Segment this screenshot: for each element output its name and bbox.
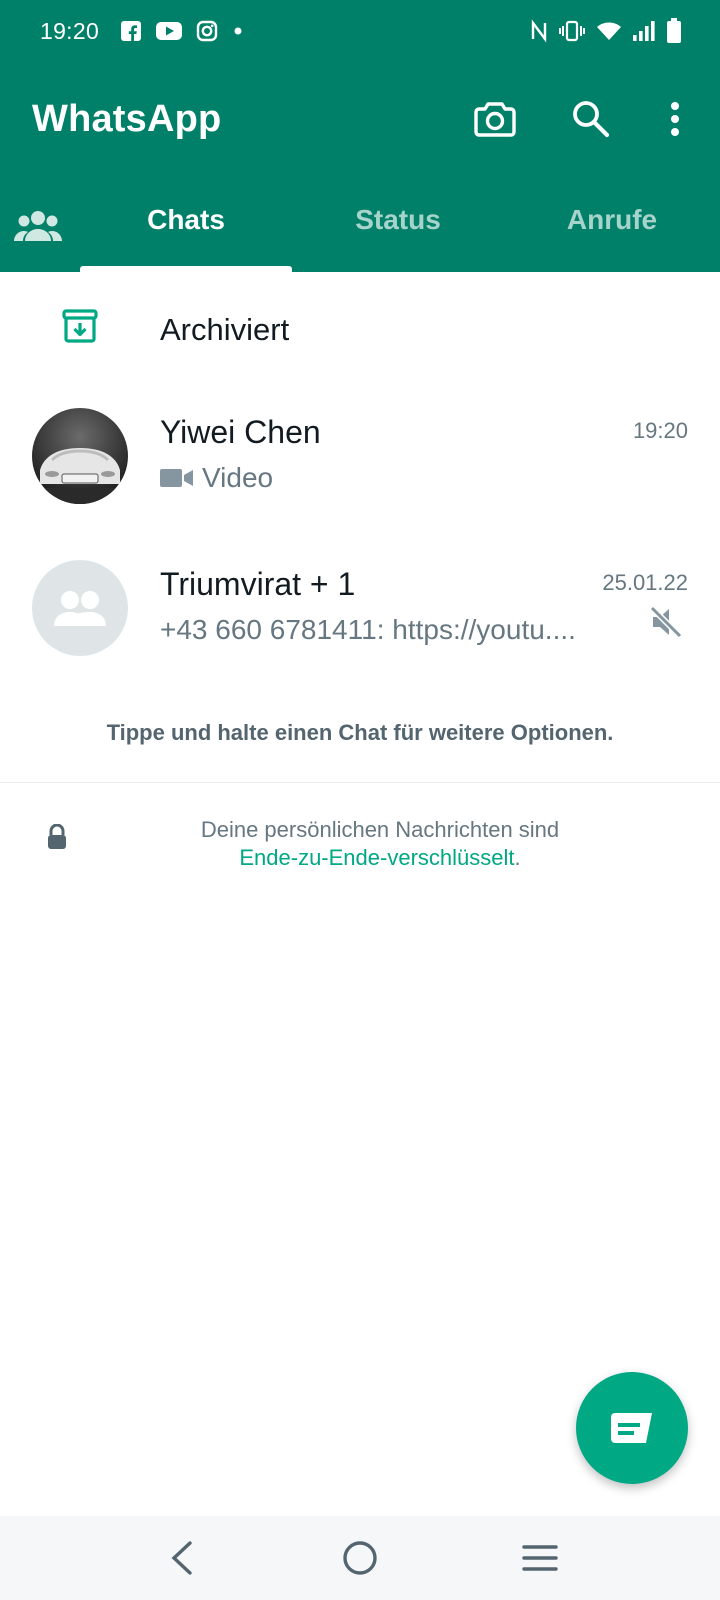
- camera-button[interactable]: [468, 92, 522, 146]
- chat-list-item[interactable]: Triumvirat + 1 25.01.22 +43 660 6781411:…: [0, 546, 720, 686]
- search-button[interactable]: [564, 92, 618, 146]
- encryption-suffix: .: [514, 845, 521, 870]
- chat-name: Triumvirat + 1: [160, 566, 356, 602]
- community-icon: [14, 211, 62, 241]
- encryption-link[interactable]: Ende-zu-Ende-verschlüsselt: [239, 845, 514, 870]
- back-icon: [171, 1541, 192, 1575]
- muted-icon: [649, 605, 683, 639]
- group-placeholder-icon: [54, 591, 106, 626]
- chat-preview-text: +43 660 6781411: https://youtu....: [160, 614, 576, 645]
- battery-icon: [666, 18, 682, 44]
- tab-chats[interactable]: Chats: [80, 204, 292, 236]
- status-time: 19:20: [40, 18, 100, 44]
- archived-label: Archiviert: [160, 312, 290, 347]
- tab-status[interactable]: Status: [292, 204, 504, 236]
- notification-icons: [120, 20, 244, 42]
- chat-time: 25.01.22: [602, 570, 688, 595]
- system-nav-bar: [0, 1516, 720, 1600]
- chat-options-hint: Tippe und halte einen Chat für weitere O…: [106, 720, 614, 745]
- chat-preview: +43 660 6781411: https://youtu....: [160, 614, 576, 646]
- home-button[interactable]: [335, 1536, 385, 1580]
- tab-community[interactable]: [12, 206, 64, 246]
- divider: [0, 782, 720, 783]
- tab-bar: Chats Status Anrufe: [0, 186, 720, 272]
- new-chat-icon: [611, 1413, 652, 1443]
- group-avatar[interactable]: [32, 560, 128, 656]
- status-bar: 19:20: [0, 0, 720, 64]
- active-tab-indicator: [80, 266, 292, 272]
- more-vert-icon: [671, 102, 679, 136]
- more-options-button[interactable]: [648, 92, 702, 146]
- encryption-text: Deine persönlichen Nachrichten sind Ende…: [120, 816, 640, 872]
- tab-calls[interactable]: Anrufe: [506, 204, 718, 236]
- app-title: WhatsApp: [32, 98, 222, 140]
- recents-button[interactable]: [515, 1536, 565, 1580]
- chat-time: 19:20: [632, 418, 688, 443]
- new-chat-button[interactable]: [576, 1372, 688, 1484]
- wifi-icon: [596, 20, 622, 42]
- chat-preview: Video: [160, 462, 273, 494]
- vibrate-icon: [558, 19, 586, 43]
- dot-icon: [232, 25, 244, 37]
- nfc-icon: [530, 19, 548, 43]
- lock-icon: [48, 824, 66, 849]
- archive-icon: [62, 309, 98, 343]
- video-icon: [160, 469, 193, 487]
- recents-icon: [522, 1545, 558, 1571]
- chat-preview-text: Video: [202, 462, 274, 493]
- avatar[interactable]: [32, 408, 128, 504]
- camera-icon: [474, 102, 516, 137]
- app-bar: 19:20 WhatsApp Chats Status Anrufe: [0, 0, 720, 272]
- facebook-icon: [120, 20, 142, 42]
- archived-row[interactable]: Archiviert: [0, 288, 720, 378]
- instagram-icon: [196, 20, 218, 42]
- search-icon: [573, 101, 610, 138]
- encryption-line: Deine persönlichen Nachrichten sind: [200, 817, 560, 842]
- back-button[interactable]: [156, 1536, 206, 1580]
- home-icon: [343, 1541, 377, 1575]
- signal-icon: [632, 20, 656, 42]
- youtube-icon: [156, 21, 182, 41]
- system-icons: [530, 18, 682, 44]
- chat-name: Yiwei Chen: [160, 414, 321, 450]
- chat-list-item[interactable]: Yiwei Chen 19:20 Video: [0, 394, 720, 534]
